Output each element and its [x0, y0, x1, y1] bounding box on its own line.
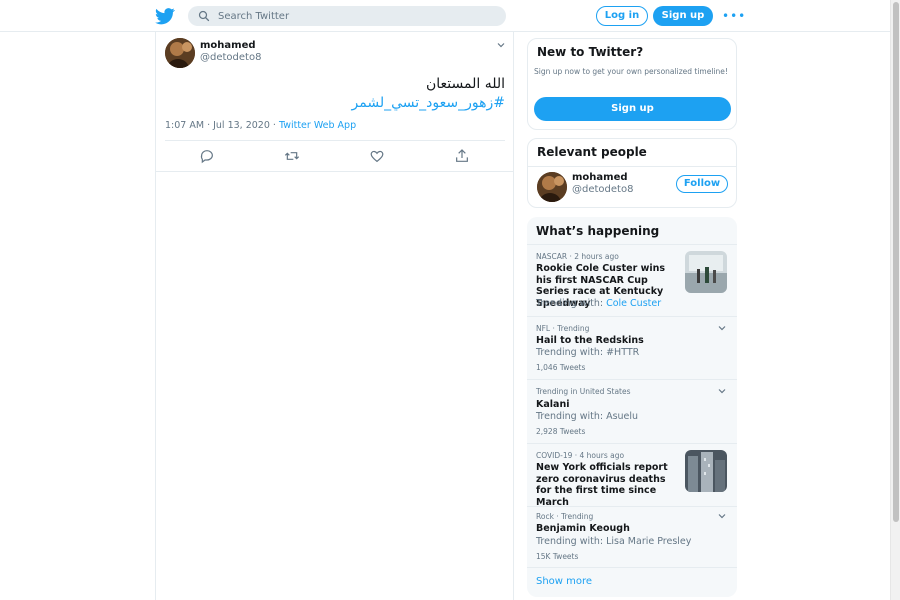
main-timeline-column: mohamed @detodeto8 الله المستعان #زهور_س…: [155, 32, 514, 600]
trend-with-link[interactable]: Cole Custer: [606, 298, 661, 309]
tweet-text: الله المستعان: [425, 76, 505, 92]
scrollbar-thumb[interactable]: [893, 2, 899, 522]
retweet-icon[interactable]: [284, 148, 300, 164]
trend-name: New York officials report zero coronavir…: [536, 462, 668, 508]
like-icon[interactable]: [369, 148, 385, 164]
trend-subtitle: Trending with: Asuelu: [536, 411, 639, 422]
avatar-image: [165, 38, 195, 68]
trend-item[interactable]: COVID-19 · 4 hours ago New York official…: [527, 443, 737, 508]
trend-image: [685, 450, 727, 492]
chevron-down-icon[interactable]: [496, 40, 506, 50]
twitter-bird-icon[interactable]: [155, 6, 175, 26]
divider: [527, 567, 737, 568]
follow-button[interactable]: Follow: [676, 175, 728, 193]
trend-item[interactable]: NFL · Trending Hail to the Redskins Tren…: [527, 316, 737, 379]
trend-context: COVID-19 · 4 hours ago: [536, 451, 625, 460]
tweet-timestamp: 1:07 AM · Jul 13, 2020 · Twitter Web App: [165, 120, 356, 131]
chevron-down-icon[interactable]: [717, 386, 727, 396]
trend-image: [685, 251, 727, 293]
whats-happening-card: What’s happening NASCAR · 2 hours ago Ro…: [527, 217, 737, 597]
divider: [165, 140, 505, 141]
tweet-author-name[interactable]: mohamed: [200, 40, 256, 51]
trend-subtitle: Trending with: Lisa Marie Presley: [536, 536, 692, 547]
trend-item[interactable]: Rock · Trending Benjamin Keough Trending…: [527, 506, 737, 567]
tweet-time[interactable]: 1:07 AM · Jul 13, 2020 ·: [165, 120, 279, 131]
trend-tweet-count: 2,928 Tweets: [536, 427, 586, 436]
person-handle[interactable]: @detodeto8: [572, 184, 633, 195]
search-icon: [198, 10, 210, 22]
trend-context: Rock · Trending: [536, 512, 594, 521]
trend-tweet-count: 15K Tweets: [536, 552, 579, 561]
trend-name: Benjamin Keough: [536, 523, 630, 534]
chevron-down-icon[interactable]: [717, 323, 727, 333]
signup-description: Sign up now to get your own personalized…: [534, 67, 728, 76]
top-navigation-bar: Log in Sign up •••: [0, 0, 890, 32]
card-title: Relevant people: [537, 145, 647, 159]
trend-item[interactable]: Trending in United States Kalani Trendin…: [527, 379, 737, 442]
avatar[interactable]: [537, 172, 567, 202]
trend-context: NFL · Trending: [536, 324, 590, 333]
trend-name: Kalani: [536, 399, 570, 410]
login-button[interactable]: Log in: [596, 6, 648, 26]
sidebar-signup-button[interactable]: Sign up: [534, 97, 731, 121]
trend-thumbnail: [685, 251, 727, 293]
chevron-down-icon[interactable]: [717, 511, 727, 521]
trend-subtitle: Trending with: #HTTR: [536, 347, 640, 358]
trend-context: NASCAR · 2 hours ago: [536, 252, 619, 261]
trend-tweet-count: 1,046 Tweets: [536, 363, 586, 372]
reply-icon[interactable]: [199, 148, 215, 164]
show-more-link[interactable]: Show more: [536, 576, 592, 587]
avatar-image: [537, 172, 567, 202]
card-title: New to Twitter?: [537, 45, 644, 59]
tweet-source-link[interactable]: Twitter Web App: [279, 120, 356, 131]
trend-item[interactable]: NASCAR · 2 hours ago Rookie Cole Custer …: [527, 244, 737, 316]
trend-context: Trending in United States: [536, 387, 631, 396]
trend-name: Hail to the Redskins: [536, 335, 644, 346]
share-icon[interactable]: [454, 148, 470, 164]
signup-button[interactable]: Sign up: [653, 6, 713, 26]
person-name[interactable]: mohamed: [572, 172, 628, 183]
more-horizontal-icon[interactable]: •••: [722, 9, 745, 23]
new-to-twitter-card: New to Twitter? Sign up now to get your …: [527, 38, 737, 130]
tweet-author-handle[interactable]: @detodeto8: [200, 52, 261, 63]
relevant-people-card: Relevant people mohamed @detodeto8 Follo…: [527, 138, 737, 208]
page-scrollbar[interactable]: [890, 0, 900, 600]
search-bar[interactable]: [188, 6, 506, 26]
search-input[interactable]: [218, 6, 488, 26]
trend-subtitle: Trending with: Cole Custer: [536, 298, 661, 309]
divider: [528, 166, 736, 167]
card-title: What’s happening: [536, 224, 660, 238]
trend-with-label: Trending with:: [536, 298, 607, 309]
tweet-detail: mohamed @detodeto8 الله المستعان #زهور_س…: [156, 32, 513, 172]
trend-thumbnail: [685, 450, 727, 492]
tweet-hashtag-link[interactable]: #زهور_سعود_تسي_لشمر: [352, 95, 505, 111]
avatar[interactable]: [165, 38, 195, 68]
